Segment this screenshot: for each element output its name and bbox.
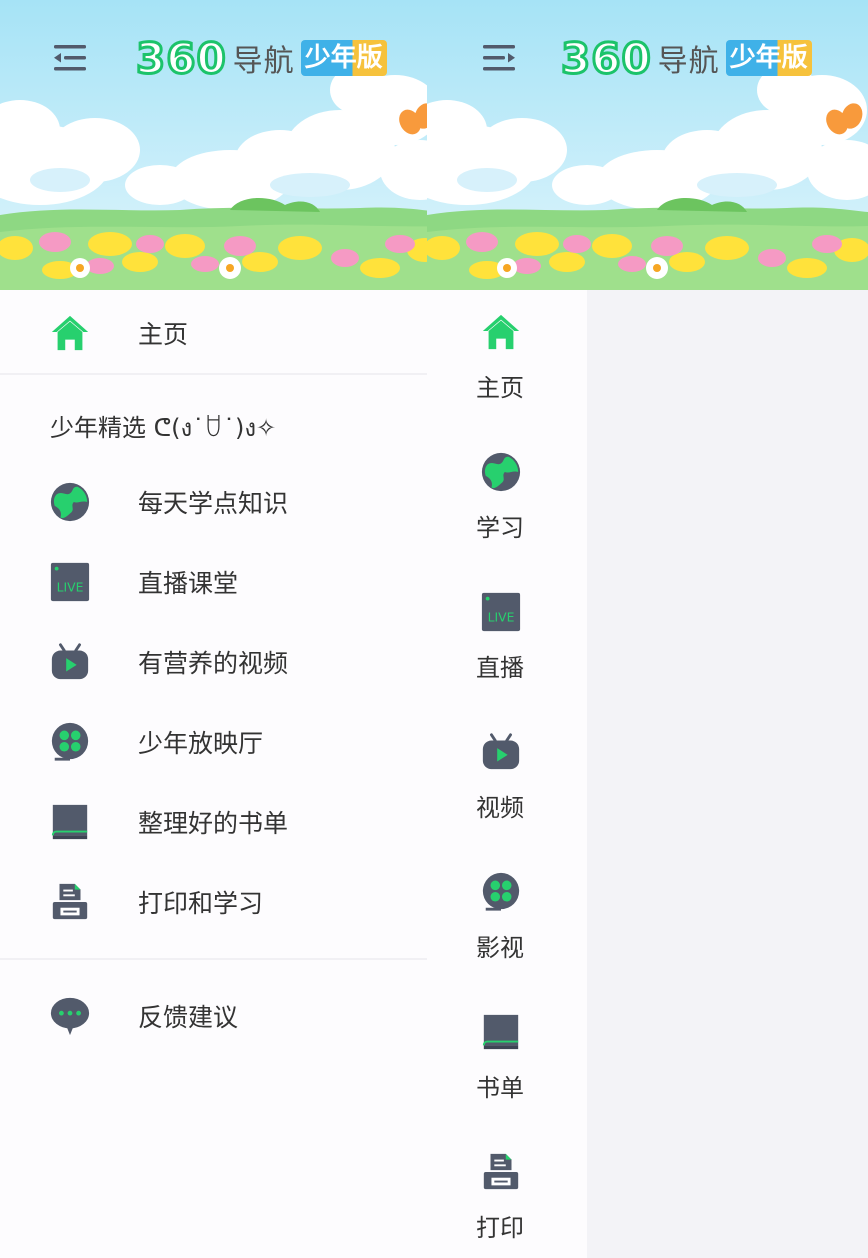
- rail-item-video[interactable]: 视频: [427, 730, 587, 850]
- menu-item-label: 少年放映厅: [138, 729, 264, 758]
- collapsed-menu-rail: 主页 学习 直播 视频 影视 书单 打印: [427, 290, 587, 1258]
- live-icon: [479, 590, 523, 634]
- menu-item-cinema[interactable]: 少年放映厅: [0, 702, 427, 782]
- menu-item-videos[interactable]: 有营养的视频: [0, 622, 427, 702]
- rail-item-label: 主页: [476, 374, 524, 402]
- app-logo: 360 导航 少年版: [560, 32, 812, 84]
- header-bar: 360 导航 少年版: [48, 30, 387, 86]
- menu-item-label: 有营养的视频: [138, 649, 289, 678]
- divider: [0, 373, 427, 375]
- menu-item-book-list[interactable]: 整理好的书单: [0, 782, 427, 862]
- rail-item-label: 直播: [476, 654, 524, 682]
- book-icon: [48, 800, 92, 844]
- tv-play-icon: [48, 640, 92, 684]
- menu-item-label: 每天学点知识: [138, 489, 289, 518]
- menu-item-label: 主页: [138, 320, 189, 349]
- book-icon: [479, 1010, 523, 1054]
- content-area: [587, 290, 868, 1258]
- tv-play-icon: [479, 730, 523, 774]
- expand-menu-button[interactable]: [477, 36, 521, 80]
- header-bar: 360 导航 少年版: [477, 30, 812, 86]
- film-reel-icon: [48, 720, 92, 764]
- film-reel-icon: [479, 870, 523, 914]
- rail-item-movies[interactable]: 影视: [427, 870, 587, 990]
- menu-item-label: 反馈建议: [138, 1003, 239, 1032]
- menu-item-feedback[interactable]: 反馈建议: [0, 976, 427, 1056]
- logo-badge: 少年版: [300, 40, 387, 76]
- chat-bubble-icon: [48, 994, 92, 1038]
- menu-item-print[interactable]: 打印和学习: [0, 862, 427, 942]
- rail-item-study[interactable]: 学习: [427, 450, 587, 570]
- menu-item-home[interactable]: 主页: [0, 292, 427, 374]
- menu-item-label: 打印和学习: [138, 889, 264, 918]
- menu-item-daily-knowledge[interactable]: 每天学点知识: [0, 462, 427, 542]
- menu-item-live-class[interactable]: 直播课堂: [0, 542, 427, 622]
- logo-badge: 少年版: [725, 40, 812, 76]
- rail-item-label: 学习: [476, 514, 524, 542]
- printer-icon: [479, 1150, 523, 1194]
- rail-item-live[interactable]: 直播: [427, 590, 587, 710]
- app-logo: 360 导航 少年版: [135, 32, 387, 84]
- rail-item-label: 影视: [476, 934, 524, 962]
- menu-expand-icon: [483, 45, 515, 71]
- divider: [0, 958, 427, 960]
- logo-text: 导航: [657, 44, 720, 79]
- rail-item-label: 打印: [476, 1214, 524, 1242]
- collapse-menu-button[interactable]: [48, 36, 92, 80]
- menu-item-label: 直播课堂: [138, 569, 239, 598]
- section-title: 少年精选 ᕦ(ง˙ꇴ˙)ง✧: [50, 414, 277, 442]
- header-banner-collapsed: 360 导航 少年版: [427, 0, 868, 290]
- logo-text: 导航: [232, 44, 295, 79]
- rail-item-home[interactable]: 主页: [427, 310, 587, 430]
- logo-number: 360: [560, 32, 653, 84]
- expanded-menu-panel: 360 导航 少年版 主页 少年精选 ᕦ(ง˙ꇴ˙)ง✧ 每天学点知识 直播课堂…: [0, 0, 427, 1258]
- logo-number: 360: [135, 32, 228, 84]
- live-icon: [48, 560, 92, 604]
- menu-collapse-icon: [54, 45, 86, 71]
- rail-item-label: 视频: [476, 794, 524, 822]
- globe-icon: [48, 480, 92, 524]
- home-icon: [48, 311, 92, 355]
- rail-item-book-list[interactable]: 书单: [427, 1010, 587, 1130]
- menu-item-label: 整理好的书单: [138, 809, 289, 838]
- globe-icon: [479, 450, 523, 494]
- home-icon: [479, 310, 523, 354]
- rail-item-print[interactable]: 打印: [427, 1150, 587, 1258]
- rail-item-label: 书单: [476, 1074, 524, 1102]
- printer-icon: [48, 880, 92, 924]
